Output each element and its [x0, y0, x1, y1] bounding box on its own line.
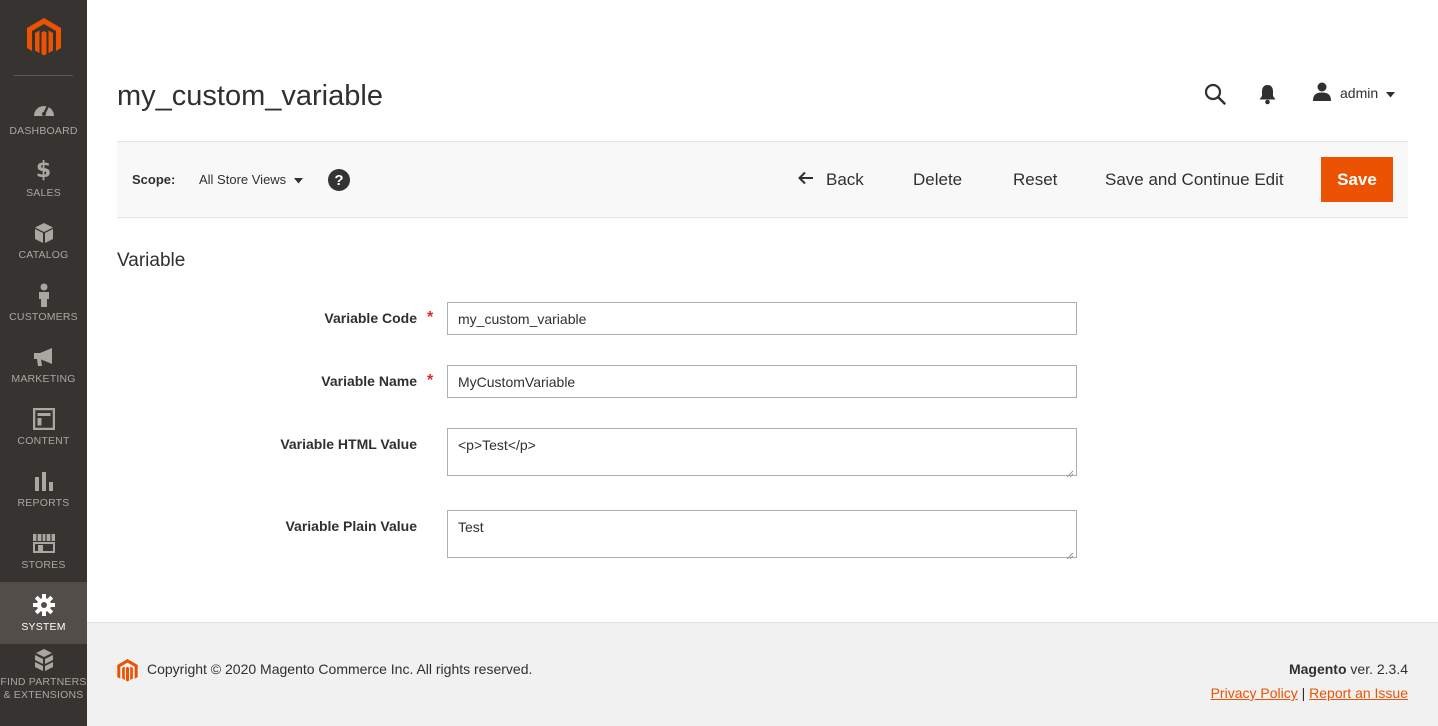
sidebar-item-label: REPORTS — [17, 496, 70, 509]
dollar-icon: $ — [35, 158, 52, 184]
sidebar-item-label-line2: & EXTENSIONS — [3, 689, 84, 701]
reset-button[interactable]: Reset — [1013, 170, 1057, 190]
scope-help-icon[interactable]: ? — [328, 169, 350, 191]
dashboard-icon — [32, 97, 56, 121]
variable-html-value: <p>Test</p> — [458, 437, 536, 453]
scope-switcher[interactable]: All Store Views — [199, 172, 304, 187]
sidebar-item-label-line1: FIND PARTNERS — [0, 676, 87, 689]
notification-bell-icon[interactable] — [1258, 84, 1277, 105]
magento-logo[interactable] — [14, 0, 73, 76]
magento-logo-icon — [26, 17, 61, 55]
sidebar-item-label: CUSTOMERS — [9, 310, 78, 323]
required-marker: * — [427, 309, 434, 326]
variable-name-value: MyCustomVariable — [458, 373, 576, 390]
sidebar-item-label: MARKETING — [11, 372, 76, 385]
variable-html-value-textarea[interactable]: <p>Test</p> — [447, 428, 1077, 478]
sidebar-item-content[interactable]: CONTENT — [0, 396, 87, 458]
back-button[interactable]: Back — [798, 170, 864, 190]
sidebar-item-dashboard[interactable]: DASHBOARD — [0, 86, 87, 148]
admin-username: admin — [1340, 85, 1379, 101]
sidebar-item-label: SYSTEM — [21, 620, 66, 633]
scope-label: Scope: — [132, 172, 176, 187]
magento-version: Magento ver. 2.3.4 — [1289, 661, 1408, 677]
variable-name-label: Variable Name — [321, 373, 417, 389]
sidebar-item-customers[interactable]: CUSTOMERS — [0, 272, 87, 334]
resize-handle-icon[interactable] — [1066, 465, 1074, 478]
search-icon[interactable] — [1204, 83, 1226, 105]
sidebar-item-system[interactable]: SYSTEM — [0, 582, 87, 644]
caret-down-icon — [294, 172, 304, 187]
version-brand: Magento — [1288, 661, 1347, 677]
box-icon — [32, 221, 56, 245]
sidebar-item-label: CONTENT — [17, 434, 70, 447]
page-footer: Copyright © 2020 Magento Commerce Inc. A… — [87, 622, 1438, 726]
sidebar-item-label: DASHBOARD — [9, 124, 78, 137]
copyright-text: Copyright © 2020 Magento Commerce Inc. A… — [147, 661, 533, 677]
privacy-policy-link[interactable]: Privacy Policy — [1211, 685, 1298, 701]
sidebar-item-marketing[interactable]: MARKETING — [0, 334, 87, 396]
caret-down-icon — [1386, 85, 1396, 101]
sidebar-item-label: CATALOG — [18, 248, 69, 261]
sidebar-item-find-partners[interactable]: FIND PARTNERS & EXTENSIONS — [0, 644, 87, 706]
variable-plain-value-label: Variable Plain Value — [285, 518, 417, 534]
sidebar-item-sales[interactable]: $ SALES — [0, 148, 87, 210]
variable-code-input[interactable]: my_custom_variable — [447, 302, 1077, 335]
cubes-icon — [32, 648, 56, 672]
resize-handle-icon[interactable] — [1066, 547, 1074, 560]
megaphone-icon — [32, 345, 56, 369]
sidebar-item-reports[interactable]: REPORTS — [0, 458, 87, 520]
magento-footer-logo-icon — [117, 659, 138, 683]
arrow-left-icon — [798, 170, 814, 190]
variable-code-value: my_custom_variable — [458, 310, 587, 327]
delete-button[interactable]: Delete — [913, 170, 962, 190]
layout-icon — [32, 407, 56, 431]
variable-code-label: Variable Code — [324, 310, 417, 326]
variable-plain-value: Test — [458, 519, 484, 535]
footer-link-separator: | — [1301, 685, 1306, 701]
sidebar-item-catalog[interactable]: CATALOG — [0, 210, 87, 272]
bar-chart-icon — [32, 469, 56, 493]
gear-icon — [32, 593, 56, 617]
section-title: Variable — [117, 250, 186, 271]
back-button-label: Back — [826, 170, 864, 189]
user-icon — [1312, 82, 1332, 104]
scope-value: All Store Views — [199, 172, 287, 187]
sidebar-item-label: FIND PARTNERS & EXTENSIONS — [0, 676, 86, 701]
required-marker: * — [427, 372, 434, 389]
save-button[interactable]: Save — [1321, 157, 1393, 202]
report-issue-link[interactable]: Report an Issue — [1309, 685, 1408, 701]
version-number: ver. 2.3.4 — [1346, 661, 1408, 677]
footer-links: Privacy Policy | Report an Issue — [1211, 685, 1408, 701]
admin-sidebar: DASHBOARD $ SALES CATALOG CUSTOMERS MARK… — [0, 0, 87, 726]
person-icon — [32, 283, 56, 307]
page-actions-toolbar: Scope: All Store Views ? Back Delete Res… — [117, 141, 1408, 218]
sidebar-item-label: SALES — [26, 186, 61, 199]
variable-name-input[interactable]: MyCustomVariable — [447, 365, 1077, 398]
save-and-continue-button[interactable]: Save and Continue Edit — [1105, 170, 1284, 190]
admin-user-menu[interactable]: admin — [1312, 82, 1396, 104]
page-title: my_custom_variable — [117, 80, 383, 112]
sidebar-item-label: STORES — [21, 558, 66, 571]
variable-plain-value-textarea[interactable]: Test — [447, 510, 1077, 560]
storefront-icon — [32, 531, 56, 555]
variable-html-value-label: Variable HTML Value — [280, 436, 417, 452]
sidebar-item-stores[interactable]: STORES — [0, 520, 87, 582]
